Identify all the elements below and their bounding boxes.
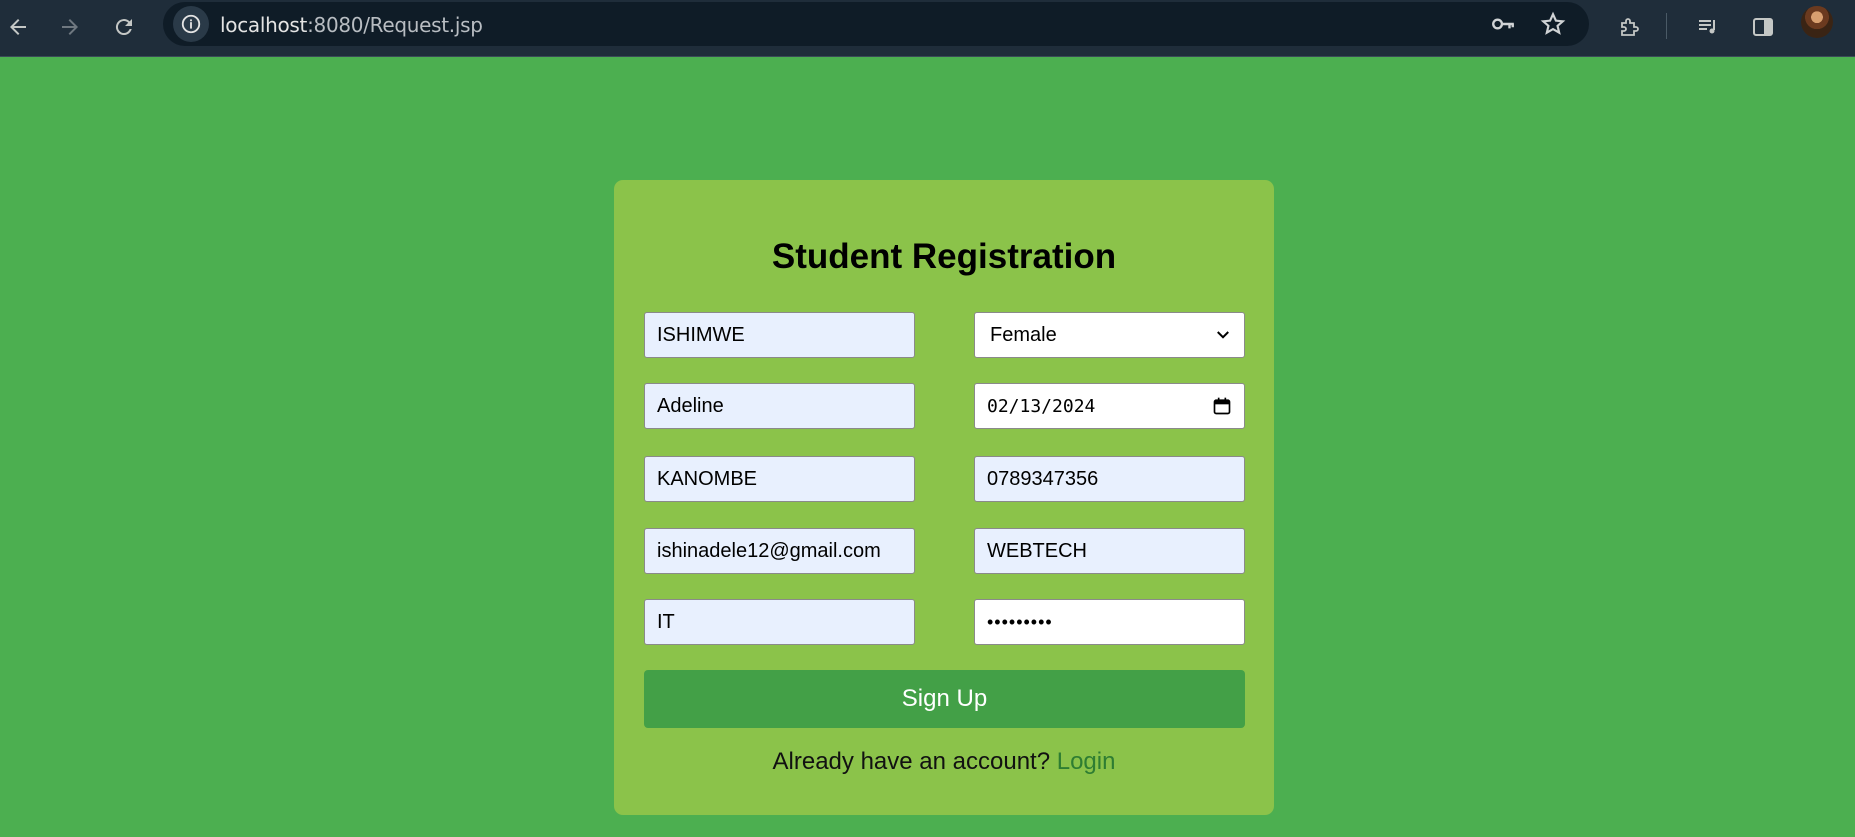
date-of-birth-field[interactable]: 02/13/2024 <box>974 383 1245 429</box>
toolbar-divider <box>1666 13 1667 39</box>
address-field[interactable]: KANOMBE <box>644 456 915 502</box>
side-panel-icon[interactable] <box>1743 7 1783 47</box>
page-title: Student Registration <box>771 237 1117 276</box>
chevron-down-icon <box>1217 331 1229 339</box>
extensions-icon[interactable] <box>1610 7 1650 47</box>
password-field[interactable]: ••••••••• <box>974 599 1245 645</box>
email-field[interactable]: ishinadele12@gmail.com <box>644 528 915 574</box>
profile-avatar[interactable] <box>1801 6 1833 38</box>
first-name-field[interactable]: ISHIMWE <box>644 312 915 358</box>
department-field[interactable]: IT <box>644 599 915 645</box>
forward-icon[interactable] <box>50 7 90 47</box>
gender-select-value: Female <box>990 323 1057 346</box>
login-prompt-text: Already have an account? <box>772 748 1051 775</box>
site-info-icon[interactable] <box>173 6 209 42</box>
gender-select[interactable]: Female <box>974 312 1245 358</box>
date-of-birth-value: 02/13/2024 <box>987 395 1096 417</box>
login-link[interactable]: Login <box>1057 748 1116 775</box>
media-control-icon[interactable] <box>1688 7 1728 47</box>
phone-field[interactable]: 0789347356 <box>974 456 1245 502</box>
url-text[interactable]: localhost:8080/Request.jsp <box>220 13 483 37</box>
reload-icon[interactable] <box>104 7 144 47</box>
last-name-field[interactable]: Adeline <box>644 383 915 429</box>
sign-up-button[interactable]: Sign Up <box>644 670 1245 728</box>
key-icon[interactable] <box>1489 10 1517 38</box>
login-prompt: Already have an account? Login <box>614 748 1274 776</box>
back-icon[interactable] <box>0 7 38 47</box>
calendar-icon[interactable] <box>1212 396 1232 416</box>
address-bar[interactable]: localhost:8080/Request.jsp <box>163 2 1589 46</box>
url-path: :8080/Request.jsp <box>307 13 483 37</box>
browser-toolbar: localhost:8080/Request.jsp <box>0 0 1855 57</box>
course-field[interactable]: WEBTECH <box>974 528 1245 574</box>
star-icon[interactable] <box>1539 10 1567 38</box>
url-host: localhost <box>220 13 308 37</box>
registration-card: Student Registration ISHIMWE Adeline KAN… <box>614 180 1274 815</box>
